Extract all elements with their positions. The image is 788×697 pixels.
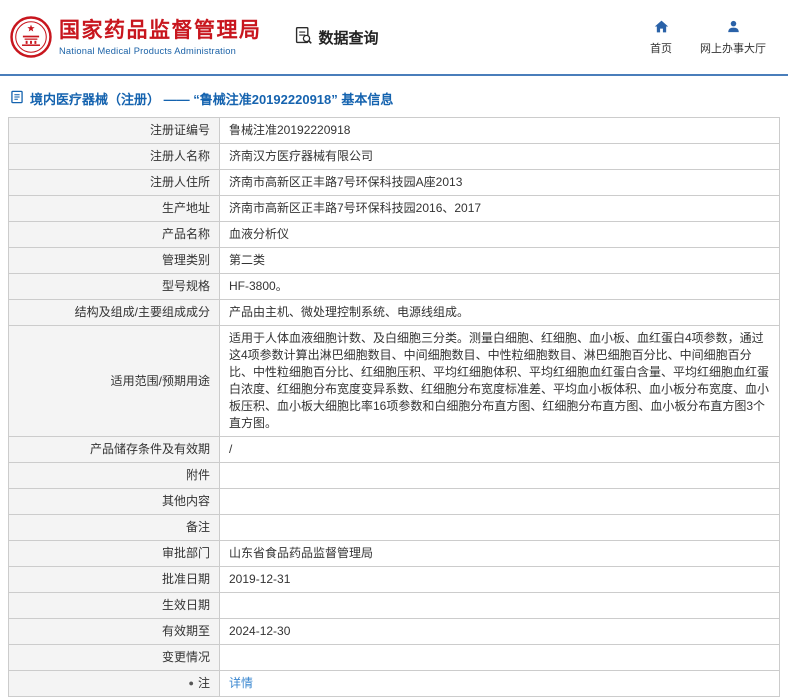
table-row: 有效期至 2024-12-30 [9, 619, 780, 645]
field-value: HF-3800。 [220, 274, 780, 300]
table-row: 型号规格 HF-3800。 [9, 274, 780, 300]
field-value: 产品由主机、微处理控制系统、电源线组成。 [220, 300, 780, 326]
field-label: 生产地址 [9, 196, 220, 222]
table-row: 产品储存条件及有效期 / [9, 437, 780, 463]
table-row: 注册人住所 济南市高新区正丰路7号环保科技园A座2013 [9, 170, 780, 196]
data-query-label: 数据查询 [319, 27, 379, 48]
top-nav: 首页 网上办事大厅 [650, 19, 772, 56]
field-value: 详情 [220, 671, 780, 697]
field-label: 变更情况 [9, 645, 220, 671]
field-value: 第二类 [220, 248, 780, 274]
data-query-icon [294, 26, 313, 49]
field-label: 结构及组成/主要组成成分 [9, 300, 220, 326]
field-label: 生效日期 [9, 593, 220, 619]
table-row: 变更情况 [9, 645, 780, 671]
field-value [220, 515, 780, 541]
field-label: 有效期至 [9, 619, 220, 645]
field-value [220, 463, 780, 489]
field-label: 产品储存条件及有效期 [9, 437, 220, 463]
field-label: 备注 [9, 515, 220, 541]
nav-home-label: 首页 [650, 40, 672, 56]
org-name-en: National Medical Products Administration [59, 46, 262, 56]
table-row: 其他内容 [9, 489, 780, 515]
field-label: 审批部门 [9, 541, 220, 567]
table-row: 批准日期 2019-12-31 [9, 567, 780, 593]
field-value: 适用于人体血液细胞计数、及白细胞三分类。测量白细胞、红细胞、血小板、血红蛋白4项… [220, 326, 780, 437]
note-icon: ● [189, 675, 194, 692]
table-row: 附件 [9, 463, 780, 489]
field-value [220, 489, 780, 515]
field-label-text: 注 [198, 676, 210, 690]
org-name-cn: 国家药品监督管理局 [59, 19, 262, 43]
home-icon [654, 19, 669, 37]
field-value: 济南市高新区正丰路7号环保科技园2016、2017 [220, 196, 780, 222]
field-value: 2019-12-31 [220, 567, 780, 593]
field-label: 注册证编号 [9, 118, 220, 144]
field-label: 附件 [9, 463, 220, 489]
site-header: 国家药品监督管理局 National Medical Products Admi… [0, 0, 788, 74]
detail-link[interactable]: 详情 [229, 676, 253, 690]
field-value: 血液分析仪 [220, 222, 780, 248]
table-row: ●注 详情 [9, 671, 780, 697]
field-label: 适用范围/预期用途 [9, 326, 220, 437]
table-row: 生产地址 济南市高新区正丰路7号环保科技园2016、2017 [9, 196, 780, 222]
header-divider [0, 74, 788, 76]
nav-home[interactable]: 首页 [650, 19, 672, 56]
field-value: 济南汉方医疗器械有限公司 [220, 144, 780, 170]
field-label: 产品名称 [9, 222, 220, 248]
nav-service-hall-label: 网上办事大厅 [700, 40, 766, 56]
table-row: 适用范围/预期用途 适用于人体血液细胞计数、及白细胞三分类。测量白细胞、红细胞、… [9, 326, 780, 437]
table-row: 结构及组成/主要组成成分 产品由主机、微处理控制系统、电源线组成。 [9, 300, 780, 326]
field-label: 注册人名称 [9, 144, 220, 170]
nmpa-emblem-icon [10, 16, 52, 58]
table-row: 审批部门 山东省食品药品监督管理局 [9, 541, 780, 567]
registration-info-table: 注册证编号 鲁械注准20192220918 注册人名称 济南汉方医疗器械有限公司… [8, 117, 780, 697]
field-value: 山东省食品药品监督管理局 [220, 541, 780, 567]
data-query-nav[interactable]: 数据查询 [294, 26, 379, 49]
page-title: 境内医疗器械（注册） —— “鲁械注准20192220918” 基本信息 [10, 89, 788, 108]
table-row: 注册证编号 鲁械注准20192220918 [9, 118, 780, 144]
field-label: 其他内容 [9, 489, 220, 515]
page-title-text: 境内医疗器械（注册） —— “鲁械注准20192220918” 基本信息 [30, 89, 393, 108]
field-value: 济南市高新区正丰路7号环保科技园A座2013 [220, 170, 780, 196]
field-label: 注册人住所 [9, 170, 220, 196]
document-icon [10, 90, 24, 107]
field-label: 批准日期 [9, 567, 220, 593]
field-value [220, 645, 780, 671]
field-label: ●注 [9, 671, 220, 697]
field-label: 管理类别 [9, 248, 220, 274]
brand-text: 国家药品监督管理局 National Medical Products Admi… [59, 19, 262, 56]
table-row: 备注 [9, 515, 780, 541]
nav-service-hall[interactable]: 网上办事大厅 [700, 19, 766, 56]
field-value [220, 593, 780, 619]
table-row: 生效日期 [9, 593, 780, 619]
field-value: / [220, 437, 780, 463]
table-row: 注册人名称 济南汉方医疗器械有限公司 [9, 144, 780, 170]
field-label: 型号规格 [9, 274, 220, 300]
table-row: 管理类别 第二类 [9, 248, 780, 274]
field-value: 2024-12-30 [220, 619, 780, 645]
brand: 国家药品监督管理局 National Medical Products Admi… [10, 16, 262, 58]
field-value: 鲁械注准20192220918 [220, 118, 780, 144]
user-icon [726, 19, 741, 37]
table-row: 产品名称 血液分析仪 [9, 222, 780, 248]
